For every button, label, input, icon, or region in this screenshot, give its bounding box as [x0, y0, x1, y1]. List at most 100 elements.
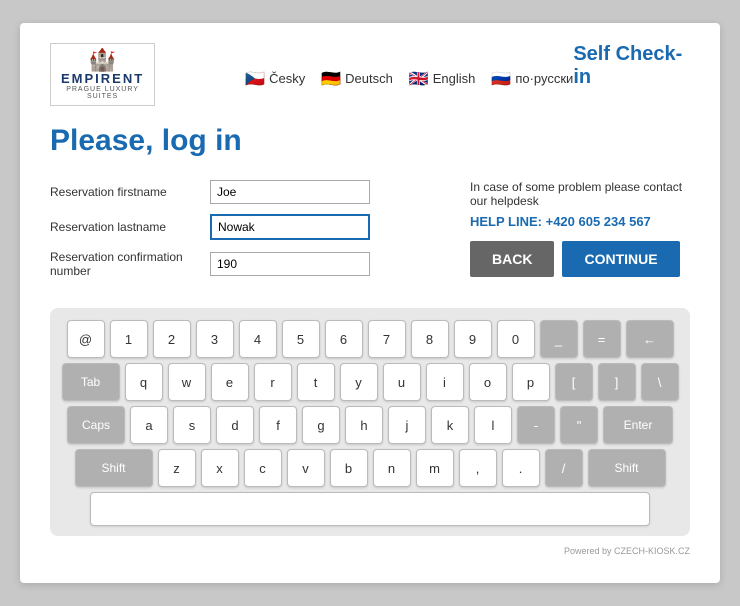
key-backslash[interactable]: \ — [641, 363, 679, 401]
keyboard: @ 1 2 3 4 5 6 7 8 9 0 _ = ← Tab q w e r … — [50, 308, 690, 536]
key-z[interactable]: z — [158, 449, 196, 487]
key-tab[interactable]: Tab — [62, 363, 120, 401]
key-d[interactable]: d — [216, 406, 254, 444]
spacebar-row — [60, 492, 680, 526]
key-slash[interactable]: / — [545, 449, 583, 487]
key-r[interactable]: r — [254, 363, 292, 401]
key-4[interactable]: 4 — [239, 320, 277, 358]
self-checkin-title: Self Check-in — [573, 43, 690, 89]
key-y[interactable]: y — [340, 363, 378, 401]
help-line: HELP LINE: +420 605 234 567 — [470, 214, 690, 229]
key-period[interactable]: . — [502, 449, 540, 487]
key-underscore[interactable]: _ — [540, 320, 578, 358]
key-9[interactable]: 9 — [454, 320, 492, 358]
lang-czech[interactable]: 🇨🇿 Česky — [245, 69, 305, 89]
logo-name: EMPIRENT — [61, 71, 144, 86]
key-2[interactable]: 2 — [153, 320, 191, 358]
key-e[interactable]: e — [211, 363, 249, 401]
key-x[interactable]: x — [201, 449, 239, 487]
logo-box: 🏰 EMPIRENT PRAGUE LUXURY SUITES — [50, 43, 155, 106]
page-title: Please, log in — [50, 124, 690, 158]
lastname-label: Reservation lastname — [50, 220, 210, 234]
powered-by: Powered by CZECH-KIOSK.CZ — [50, 546, 690, 556]
key-l[interactable]: l — [474, 406, 512, 444]
lastname-row: Reservation lastname — [50, 214, 440, 240]
key-0[interactable]: 0 — [497, 320, 535, 358]
key-comma[interactable]: , — [459, 449, 497, 487]
english-flag-icon: 🇬🇧 — [409, 69, 429, 89]
keyboard-row-4: Shift z x c v b n m , . / Shift — [60, 449, 680, 487]
key-8[interactable]: 8 — [411, 320, 449, 358]
key-b[interactable]: b — [330, 449, 368, 487]
key-v[interactable]: v — [287, 449, 325, 487]
main-container: 🏰 EMPIRENT PRAGUE LUXURY SUITES 🇨🇿 Česky… — [20, 23, 720, 583]
form-section: Reservation firstname Reservation lastna… — [50, 180, 690, 288]
action-buttons: BACK CONTINUE — [470, 241, 690, 277]
language-bar: 🇨🇿 Česky 🇩🇪 Deutsch 🇬🇧 English 🇷🇺 по·рус… — [245, 69, 573, 89]
key-at[interactable]: @ — [67, 320, 105, 358]
key-caps[interactable]: Caps — [67, 406, 125, 444]
help-section: In case of some problem please contact o… — [470, 180, 690, 288]
key-m[interactable]: m — [416, 449, 454, 487]
key-1[interactable]: 1 — [110, 320, 148, 358]
key-u[interactable]: u — [383, 363, 421, 401]
key-q[interactable]: q — [125, 363, 163, 401]
key-backspace[interactable]: ← — [626, 320, 674, 358]
key-equals[interactable]: = — [583, 320, 621, 358]
keyboard-row-3: Caps a s d f g h j k l - " Enter — [60, 406, 680, 444]
key-n[interactable]: n — [373, 449, 411, 487]
key-c[interactable]: c — [244, 449, 282, 487]
key-bracket-close[interactable]: ] — [598, 363, 636, 401]
keyboard-row-2: Tab q w e r t y u i o p [ ] \ — [60, 363, 680, 401]
logo-castle-icon: 🏰 — [61, 49, 144, 71]
key-dash[interactable]: - — [517, 406, 555, 444]
english-label: English — [433, 71, 476, 86]
confirmation-input[interactable] — [210, 252, 370, 276]
key-k[interactable]: k — [431, 406, 469, 444]
confirmation-row: Reservation confirmation number — [50, 250, 440, 278]
russian-flag-icon: 🇷🇺 — [491, 69, 511, 89]
key-g[interactable]: g — [302, 406, 340, 444]
key-shift-right[interactable]: Shift — [588, 449, 666, 487]
czech-flag-icon: 🇨🇿 — [245, 69, 265, 89]
key-3[interactable]: 3 — [196, 320, 234, 358]
key-o[interactable]: o — [469, 363, 507, 401]
firstname-row: Reservation firstname — [50, 180, 440, 204]
key-h[interactable]: h — [345, 406, 383, 444]
header: 🏰 EMPIRENT PRAGUE LUXURY SUITES 🇨🇿 Česky… — [50, 43, 690, 106]
key-6[interactable]: 6 — [325, 320, 363, 358]
russian-label: по·русски — [515, 71, 573, 86]
help-text: In case of some problem please contact o… — [470, 180, 690, 208]
key-t[interactable]: t — [297, 363, 335, 401]
firstname-label: Reservation firstname — [50, 185, 210, 199]
key-a[interactable]: a — [130, 406, 168, 444]
confirmation-label: Reservation confirmation number — [50, 250, 210, 278]
lang-russian[interactable]: 🇷🇺 по·русски — [491, 69, 573, 89]
lang-english[interactable]: 🇬🇧 English — [409, 69, 476, 89]
german-flag-icon: 🇩🇪 — [321, 69, 341, 89]
key-enter[interactable]: Enter — [603, 406, 673, 444]
continue-button[interactable]: CONTINUE — [562, 241, 679, 277]
keyboard-row-1: @ 1 2 3 4 5 6 7 8 9 0 _ = ← — [60, 320, 680, 358]
key-quote[interactable]: " — [560, 406, 598, 444]
logo-sub: PRAGUE LUXURY SUITES — [61, 86, 144, 100]
key-5[interactable]: 5 — [282, 320, 320, 358]
lastname-input[interactable] — [210, 214, 370, 240]
key-f[interactable]: f — [259, 406, 297, 444]
firstname-input[interactable] — [210, 180, 370, 204]
key-shift-left[interactable]: Shift — [75, 449, 153, 487]
form-fields: Reservation firstname Reservation lastna… — [50, 180, 440, 288]
key-7[interactable]: 7 — [368, 320, 406, 358]
czech-label: Česky — [269, 71, 305, 86]
german-label: Deutsch — [345, 71, 393, 86]
key-i[interactable]: i — [426, 363, 464, 401]
key-s[interactable]: s — [173, 406, 211, 444]
key-bracket-open[interactable]: [ — [555, 363, 593, 401]
lang-german[interactable]: 🇩🇪 Deutsch — [321, 69, 393, 89]
key-space[interactable] — [90, 492, 650, 526]
key-p[interactable]: p — [512, 363, 550, 401]
key-j[interactable]: j — [388, 406, 426, 444]
key-w[interactable]: w — [168, 363, 206, 401]
back-button[interactable]: BACK — [470, 241, 554, 277]
logo-area: 🏰 EMPIRENT PRAGUE LUXURY SUITES — [50, 43, 155, 106]
